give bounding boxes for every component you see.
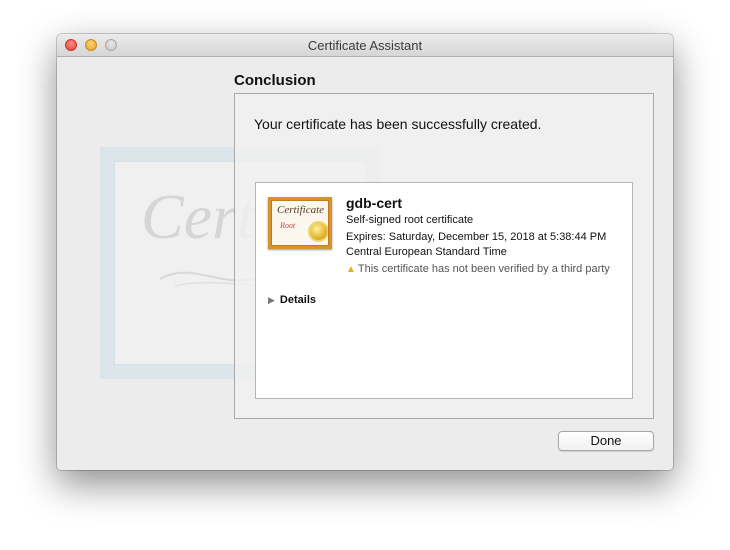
window-title: Certificate Assistant — [307, 38, 423, 53]
content-panel: Your certificate has been successfully c… — [234, 93, 654, 419]
certificate-summary-box: Certificate Root gdb-cert Self-signed ro… — [255, 182, 633, 399]
seal-icon — [310, 223, 327, 240]
title-bar[interactable]: Certificate Assistant — [57, 34, 673, 57]
certificate-icon: Certificate Root — [268, 197, 332, 249]
details-label: Details — [279, 294, 316, 306]
done-button[interactable]: Done — [558, 431, 654, 451]
certificate-expiration: Expires: Saturday, December 15, 2018 at … — [346, 231, 607, 258]
certificate-type: Self-signed root certificate — [346, 214, 474, 226]
disclosure-triangle-icon[interactable]: ▶ — [268, 295, 275, 306]
certificate-icon-sublabel: Root — [280, 221, 296, 230]
page-title: Conclusion — [234, 72, 316, 89]
certificate-warning: ▲ This certificate has not been verified … — [346, 262, 616, 277]
details-disclosure[interactable]: ▶ Details — [268, 294, 316, 306]
certificate-name: gdb-cert — [346, 195, 402, 211]
certificate-warning-text: This certificate has not been verified b… — [357, 263, 610, 275]
certificate-icon-label: Certificate — [277, 204, 325, 216]
warning-triangle-icon: ▲ — [346, 264, 356, 275]
success-message: Your certificate has been successfully c… — [254, 116, 542, 132]
certificate-assistant-window: Certificate Assistant Certif Conclusion … — [57, 34, 673, 470]
